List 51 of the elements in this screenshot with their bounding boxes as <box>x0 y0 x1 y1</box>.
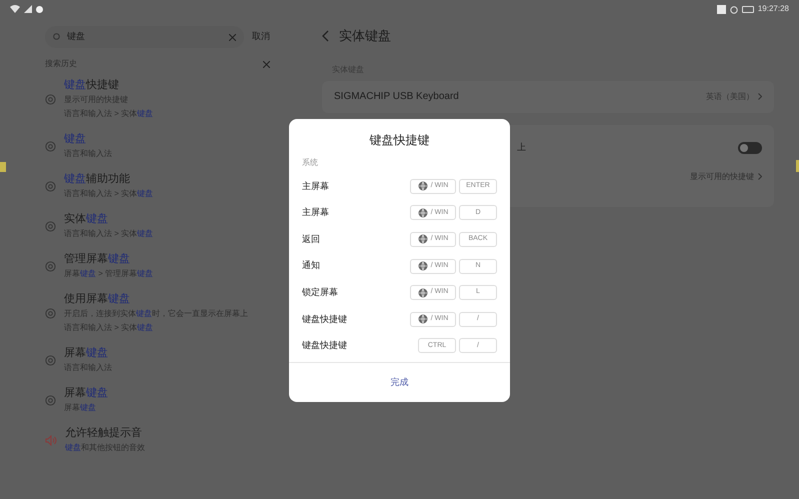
search-value: 键盘 <box>67 30 86 44</box>
globe-icon <box>418 261 428 272</box>
page-title: 实体键盘 <box>339 27 391 45</box>
result-title: 管理屏幕键盘 <box>64 252 131 267</box>
chevron-icon <box>758 173 762 180</box>
settings-icon <box>45 395 56 406</box>
search-field[interactable]: 键盘 <box>45 26 244 48</box>
speaker-icon <box>45 435 57 446</box>
section-label: 系统 <box>302 157 319 169</box>
back-icon[interactable] <box>322 30 329 42</box>
result-title: 键盘快捷键 <box>64 78 120 93</box>
result-title: 屏幕键盘 <box>64 386 108 401</box>
settings-icon <box>45 141 56 152</box>
shortcut-label: 键盘快捷键 <box>302 312 347 326</box>
globe-icon <box>418 181 428 192</box>
settings-icon <box>45 94 56 105</box>
dialog-title: 键盘快捷键 <box>368 132 430 149</box>
status-time: 19:27:28 <box>758 3 789 15</box>
close-icon[interactable] <box>263 60 270 68</box>
result-title: 使用屏幕键盘 <box>64 292 131 307</box>
shortcut-label: 通知 <box>302 259 320 272</box>
chevron-icon <box>758 93 762 100</box>
globe-icon <box>418 314 428 324</box>
settings-icon <box>45 308 56 319</box>
shortcut-label: 主屏幕 <box>302 206 329 220</box>
result-title: 键盘辅助功能 <box>64 172 131 187</box>
battery-icon <box>742 6 754 12</box>
shortcut-label: 返回 <box>302 232 320 246</box>
settings-icon <box>45 261 56 272</box>
shortcut-label: 主屏幕 <box>302 180 329 193</box>
result-title: 实体键盘 <box>64 212 109 227</box>
device-name: SIGMACHIP USB Keyboard <box>334 90 459 104</box>
setting-text: 上 <box>517 140 526 154</box>
signal-icon <box>24 5 32 13</box>
result-title: 键盘 <box>64 132 87 147</box>
result-title: 允许轻触提示音 <box>65 426 143 441</box>
settings-icon <box>45 355 56 366</box>
shortcut-label: 键盘快捷键 <box>302 339 347 352</box>
cancel-button[interactable]: 取消 <box>252 30 270 44</box>
shortcut-label: 锁定屏幕 <box>302 286 338 299</box>
done-button[interactable]: 完成 <box>380 372 418 394</box>
toggle-switch[interactable] <box>738 142 762 154</box>
result-title: 屏幕键盘 <box>64 346 109 361</box>
globe-icon <box>418 234 428 244</box>
settings-icon <box>45 221 56 232</box>
search-icon <box>53 33 61 41</box>
settings-icon <box>45 181 56 192</box>
clear-icon[interactable] <box>229 34 236 40</box>
globe-icon <box>418 208 428 218</box>
globe-icon <box>418 288 428 298</box>
wifi-icon <box>10 5 20 13</box>
